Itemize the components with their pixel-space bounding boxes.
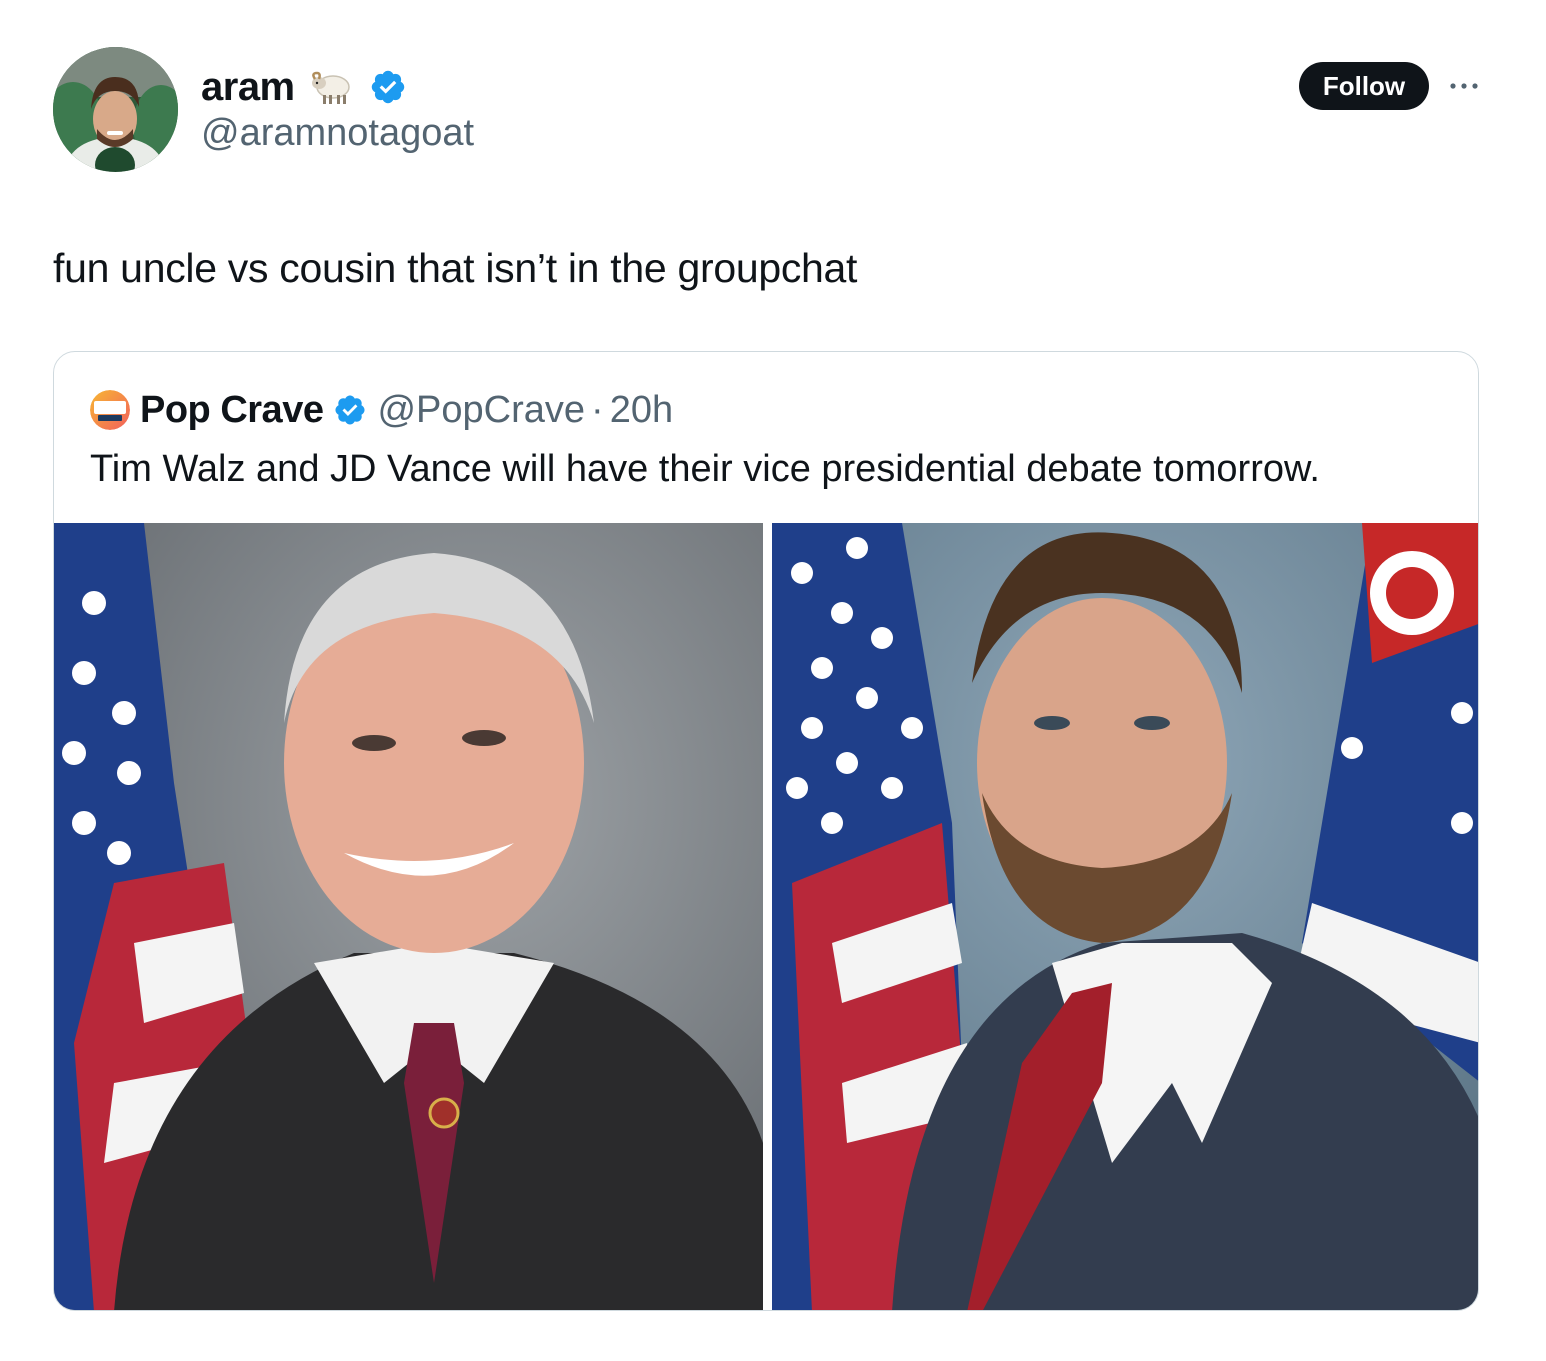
tweet: aram @aramnotagoat Follow fun uncle vs c… <box>0 0 1546 1361</box>
verified-badge-icon <box>369 68 407 106</box>
author-display-name[interactable]: aram <box>201 65 295 110</box>
quoted-media-grid <box>54 523 1478 1310</box>
more-options-icon[interactable] <box>1444 70 1484 102</box>
quoted-tweet-text: Tim Walz and JD Vance will have their vi… <box>90 448 1320 490</box>
ram-emoji-icon <box>309 67 355 107</box>
quoted-display-name[interactable]: Pop Crave <box>140 389 324 432</box>
portrait-photo-left[interactable] <box>54 523 763 1310</box>
portrait-photo-right[interactable] <box>771 523 1478 1310</box>
quoted-tweet[interactable]: Pop Crave @PopCrave · 20h Tim Walz and J… <box>53 351 1479 1311</box>
quoted-timestamp[interactable]: 20h <box>610 389 673 432</box>
author-handle[interactable]: @aramnotagoat <box>201 112 474 155</box>
quoted-verified-badge-icon <box>333 393 367 427</box>
author-name-row: aram <box>201 62 407 112</box>
author-avatar[interactable] <box>53 47 178 172</box>
quoted-tweet-header: Pop Crave @PopCrave · 20h <box>90 382 673 438</box>
follow-button[interactable]: Follow <box>1299 62 1429 110</box>
tweet-text: fun uncle vs cousin that isn’t in the gr… <box>53 245 858 291</box>
quoted-handle[interactable]: @PopCrave <box>377 389 585 432</box>
quoted-separator: · <box>591 388 604 431</box>
pop-crave-avatar[interactable] <box>90 390 130 430</box>
